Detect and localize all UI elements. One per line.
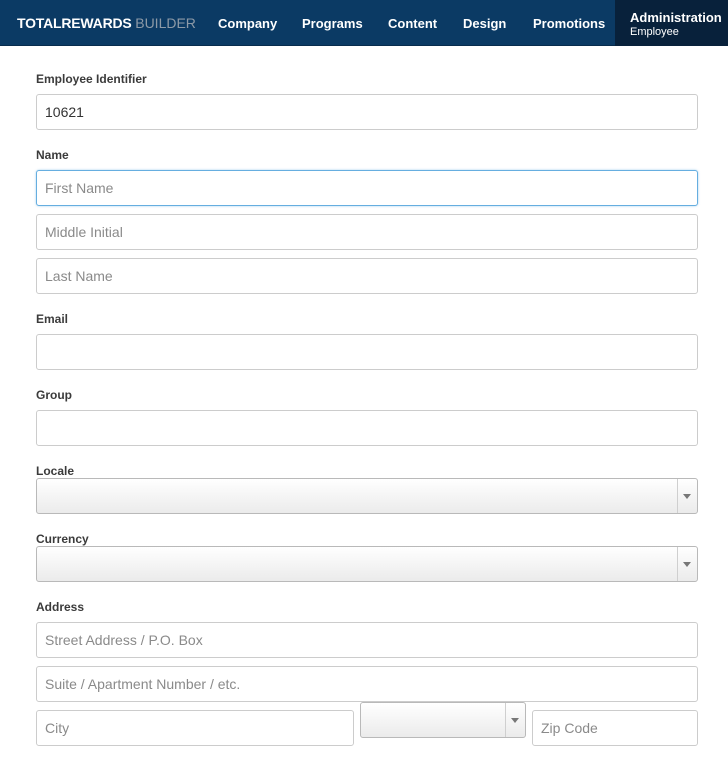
employee-identifier-label: Employee Identifier: [36, 72, 147, 86]
nav-administration-sublabel: Employee: [630, 26, 679, 38]
nav-promotions[interactable]: Promotions: [533, 16, 605, 31]
state-select[interactable]: [360, 702, 526, 738]
middle-initial-input[interactable]: [36, 214, 698, 250]
chevron-down-icon: [683, 494, 691, 499]
nav-content[interactable]: Content: [388, 16, 437, 31]
nav-administration-label: Administration: [630, 10, 722, 25]
state-dropdown-toggle[interactable]: [505, 703, 525, 737]
first-name-input[interactable]: [36, 170, 698, 206]
currency-select[interactable]: [36, 546, 698, 582]
locale-select[interactable]: [36, 478, 698, 514]
chevron-down-icon: [683, 562, 691, 567]
brand-primary: TOTALREWARDS: [17, 15, 132, 31]
group-input[interactable]: [36, 410, 698, 446]
street-address-input[interactable]: [36, 622, 698, 658]
employee-identifier-input[interactable]: [36, 94, 698, 130]
address-label: Address: [36, 600, 85, 614]
group-label: Group: [36, 388, 72, 402]
currency-label: Currency: [36, 532, 89, 546]
nav-administration[interactable]: Administration Employee: [615, 0, 728, 46]
suite-input[interactable]: [36, 666, 698, 702]
last-name-input[interactable]: [36, 258, 698, 294]
locale-dropdown-toggle[interactable]: [677, 479, 697, 513]
top-navbar: TOTALREWARDS BUILDER Company Programs Co…: [0, 0, 728, 46]
name-label: Name: [36, 148, 69, 162]
brand-secondary: BUILDER: [135, 15, 196, 31]
email-label: Email: [36, 312, 69, 326]
email-input[interactable]: [36, 334, 698, 370]
locale-label: Locale: [36, 464, 75, 478]
chevron-down-icon: [511, 718, 519, 723]
currency-dropdown-toggle[interactable]: [677, 547, 697, 581]
city-input[interactable]: [36, 710, 354, 746]
nav-design[interactable]: Design: [463, 16, 506, 31]
nav-company[interactable]: Company: [218, 16, 277, 31]
zip-code-input[interactable]: [532, 710, 698, 746]
brand-logo[interactable]: TOTALREWARDS BUILDER: [17, 15, 196, 31]
nav-programs[interactable]: Programs: [302, 16, 363, 31]
